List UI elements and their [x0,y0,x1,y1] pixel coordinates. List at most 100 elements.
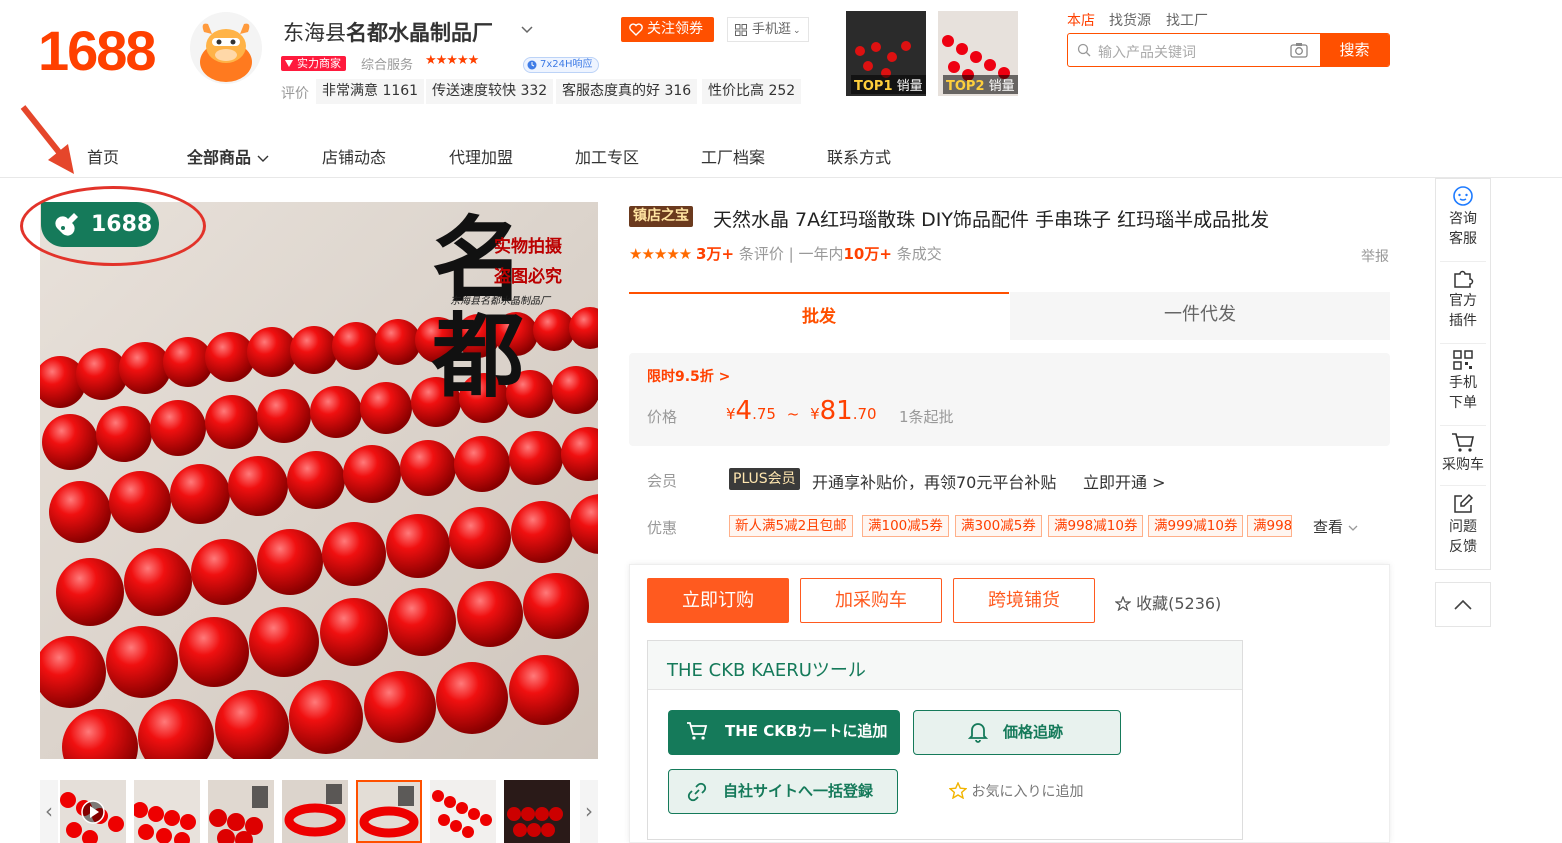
follow-coupon-label: 关注领券 [647,21,703,37]
currency-symbol: ¥ [726,405,736,423]
buy-now-button[interactable]: 立即订购 [647,578,789,623]
thumb-image [430,780,496,843]
annotation-circle [20,186,206,266]
chevron-down-icon[interactable] [520,22,534,36]
ckb-title: THE CKB KAERUツール [667,660,866,681]
sidebar-item-feedback[interactable]: 问题 反馈 [1436,493,1490,557]
product-title: 天然水晶 7A红玛瑙散珠 DIY饰品配件 手串珠子 红玛瑙半成品批发 [713,209,1270,231]
nav-factory-profile[interactable]: 工厂档案 [701,144,765,168]
rating-chip: 客服态度真的好 316 [556,79,698,104]
thumbnail-selected[interactable] [356,780,422,843]
ckb-bulk-register-button[interactable]: 自社サイトへ一括登録 [668,769,898,814]
product-rating: ★★★★★ 3万+ 条评价 | 一年内10万+ 条成交 [629,245,942,263]
star-outline-icon [1114,595,1132,612]
report-link[interactable]: 举报 [1361,246,1389,266]
rating-stars: ★★★★★ [629,245,692,263]
nav-processing[interactable]: 加工专区 [575,144,639,168]
ckb-favorite-label: お気に入りに追加 [971,784,1084,800]
coupon-tag[interactable]: 满999减10券 [1148,515,1244,537]
sidebar-divider [1440,343,1486,344]
chat-bubble-icon [1453,186,1473,206]
right-sidebar: 咨询 客服 官方 插件 手机 下单 采购车 问题 反馈 [1435,178,1491,570]
add-to-cart-button[interactable]: 加采购车 [800,578,942,623]
price-high-dec: .70 [852,405,877,423]
coupon-tag[interactable]: 满300减5券 [955,515,1042,537]
ckb-price-track-button[interactable]: 価格追跡 [913,710,1121,755]
link-icon [687,782,707,802]
price-box: 限时9.5折 > 价格 ¥4.75 ~ ¥81.70 1条起批 [629,353,1390,446]
service-stars: ★★★★★ [425,53,479,68]
thumbnail[interactable] [430,780,496,843]
review-label: 条评价 [738,245,784,263]
cross-border-button[interactable]: 跨境铺货 [953,578,1095,623]
member-label: 会员 [647,472,678,490]
thumbnail-video[interactable] [60,780,126,843]
nav-all-products[interactable]: 全部商品 [187,144,269,168]
top-product-thumb[interactable]: TOP1 销量 [846,11,926,96]
top-rank-text: TOP2 [946,79,985,94]
thumbnail[interactable] [208,780,274,843]
promo-discount[interactable]: 限时9.5折 > [647,366,730,386]
shop-nav: 首页 全部商品 店铺动态 代理加盟 加工专区 工厂档案 联系方式 [0,132,1562,178]
thumb-image [60,780,126,843]
thumbnail[interactable] [504,780,570,843]
coupon-tag[interactable]: 新人满5减2且包邮 [729,515,853,537]
plus-open-link[interactable]: 立即开通 > [1083,469,1166,493]
coupon-tag[interactable]: 满998减10券 [1048,515,1144,537]
ckb-price-track-label: 価格追跡 [1003,723,1064,741]
nav-store-news[interactable]: 店铺动态 [322,144,386,168]
chevron-up-icon [1454,599,1472,610]
thumb-prev-button[interactable]: ‹ [40,780,58,843]
sidebar-divider [1440,261,1486,262]
nav-contact[interactable]: 联系方式 [827,144,891,168]
coupon-tag[interactable]: 满998 [1247,515,1292,537]
search-scope-goods[interactable]: 找货源 [1109,10,1151,30]
top-product-thumb[interactable]: TOP2 销量 [938,11,1018,96]
nav-home[interactable]: 首页 [87,144,119,168]
shield-icon [285,60,293,67]
tab-dropship[interactable]: 一件代发 [1010,292,1390,340]
thumbnail[interactable] [134,780,200,843]
thumb-next-button[interactable]: › [580,780,598,843]
search-scope-factory[interactable]: 找工厂 [1166,10,1208,30]
coupon-more-button[interactable]: 查看 [1313,516,1358,537]
site-logo[interactable]: 1688 [38,18,157,83]
tab-wholesale[interactable]: 批发 [629,292,1009,340]
price-sep: ~ [786,405,800,423]
ckb-add-cart-button[interactable]: THE CKBカートに追加 [668,710,900,755]
top-rank-text: TOP1 [854,79,893,94]
rating-chip: 性价比高 252 [702,79,802,104]
rating-chip: 非常满意 1161 [316,79,425,104]
sidebar-item-label: 咨询 客服 [1449,211,1477,247]
shop-name[interactable]: 东海县名都水晶制品厂 [283,17,493,47]
camera-icon[interactable] [1290,42,1308,58]
top-rank-tag: TOP2 销量 [943,75,1018,94]
response-badge: 7x24H响应 [523,57,599,73]
favorite-count: 收藏(5236) [1136,594,1222,613]
follow-coupon-button[interactable]: 关注领券 [621,17,714,42]
review-count[interactable]: 3万+ [696,245,734,263]
sidebar-item-plugin[interactable]: 官方 插件 [1436,267,1490,331]
price-range: ¥4.75 ~ ¥81.70 [726,396,877,426]
top-rank-tag: TOP1 销量 [851,75,926,94]
search-scope-store[interactable]: 本店 [1067,10,1095,30]
sidebar-item-mobile-order[interactable]: 手机 下单 [1436,349,1490,413]
coupon-tag[interactable]: 满100减5券 [862,515,949,537]
shop-avatar[interactable] [190,12,262,84]
nav-agency[interactable]: 代理加盟 [449,144,513,168]
ckb-favorite-button[interactable]: お気に入りに追加 [948,781,1084,801]
nav-all-products-label: 全部商品 [187,148,252,167]
back-to-top-button[interactable] [1435,582,1491,627]
clock-icon [527,60,537,70]
search-input[interactable]: 输入产品关键词 [1098,42,1196,62]
ckb-bulk-register-label: 自社サイトへ一括登録 [723,782,874,800]
thumb-image [504,780,570,843]
product-main-image[interactable]: 名都 实物拍摄 盗图必究 东海县名都水晶制品厂 [40,202,598,759]
search-button[interactable]: 搜索 [1320,34,1389,66]
price-label: 价格 [647,408,678,426]
mobile-browse-button[interactable]: 手机逛 ⌄ [727,17,809,42]
sidebar-item-cart[interactable]: 采购车 [1436,431,1490,475]
thumbnail[interactable] [282,780,348,843]
sidebar-item-customer-service[interactable]: 咨询 客服 [1436,185,1490,249]
favorite-button[interactable]: 收藏(5236) [1114,590,1222,614]
